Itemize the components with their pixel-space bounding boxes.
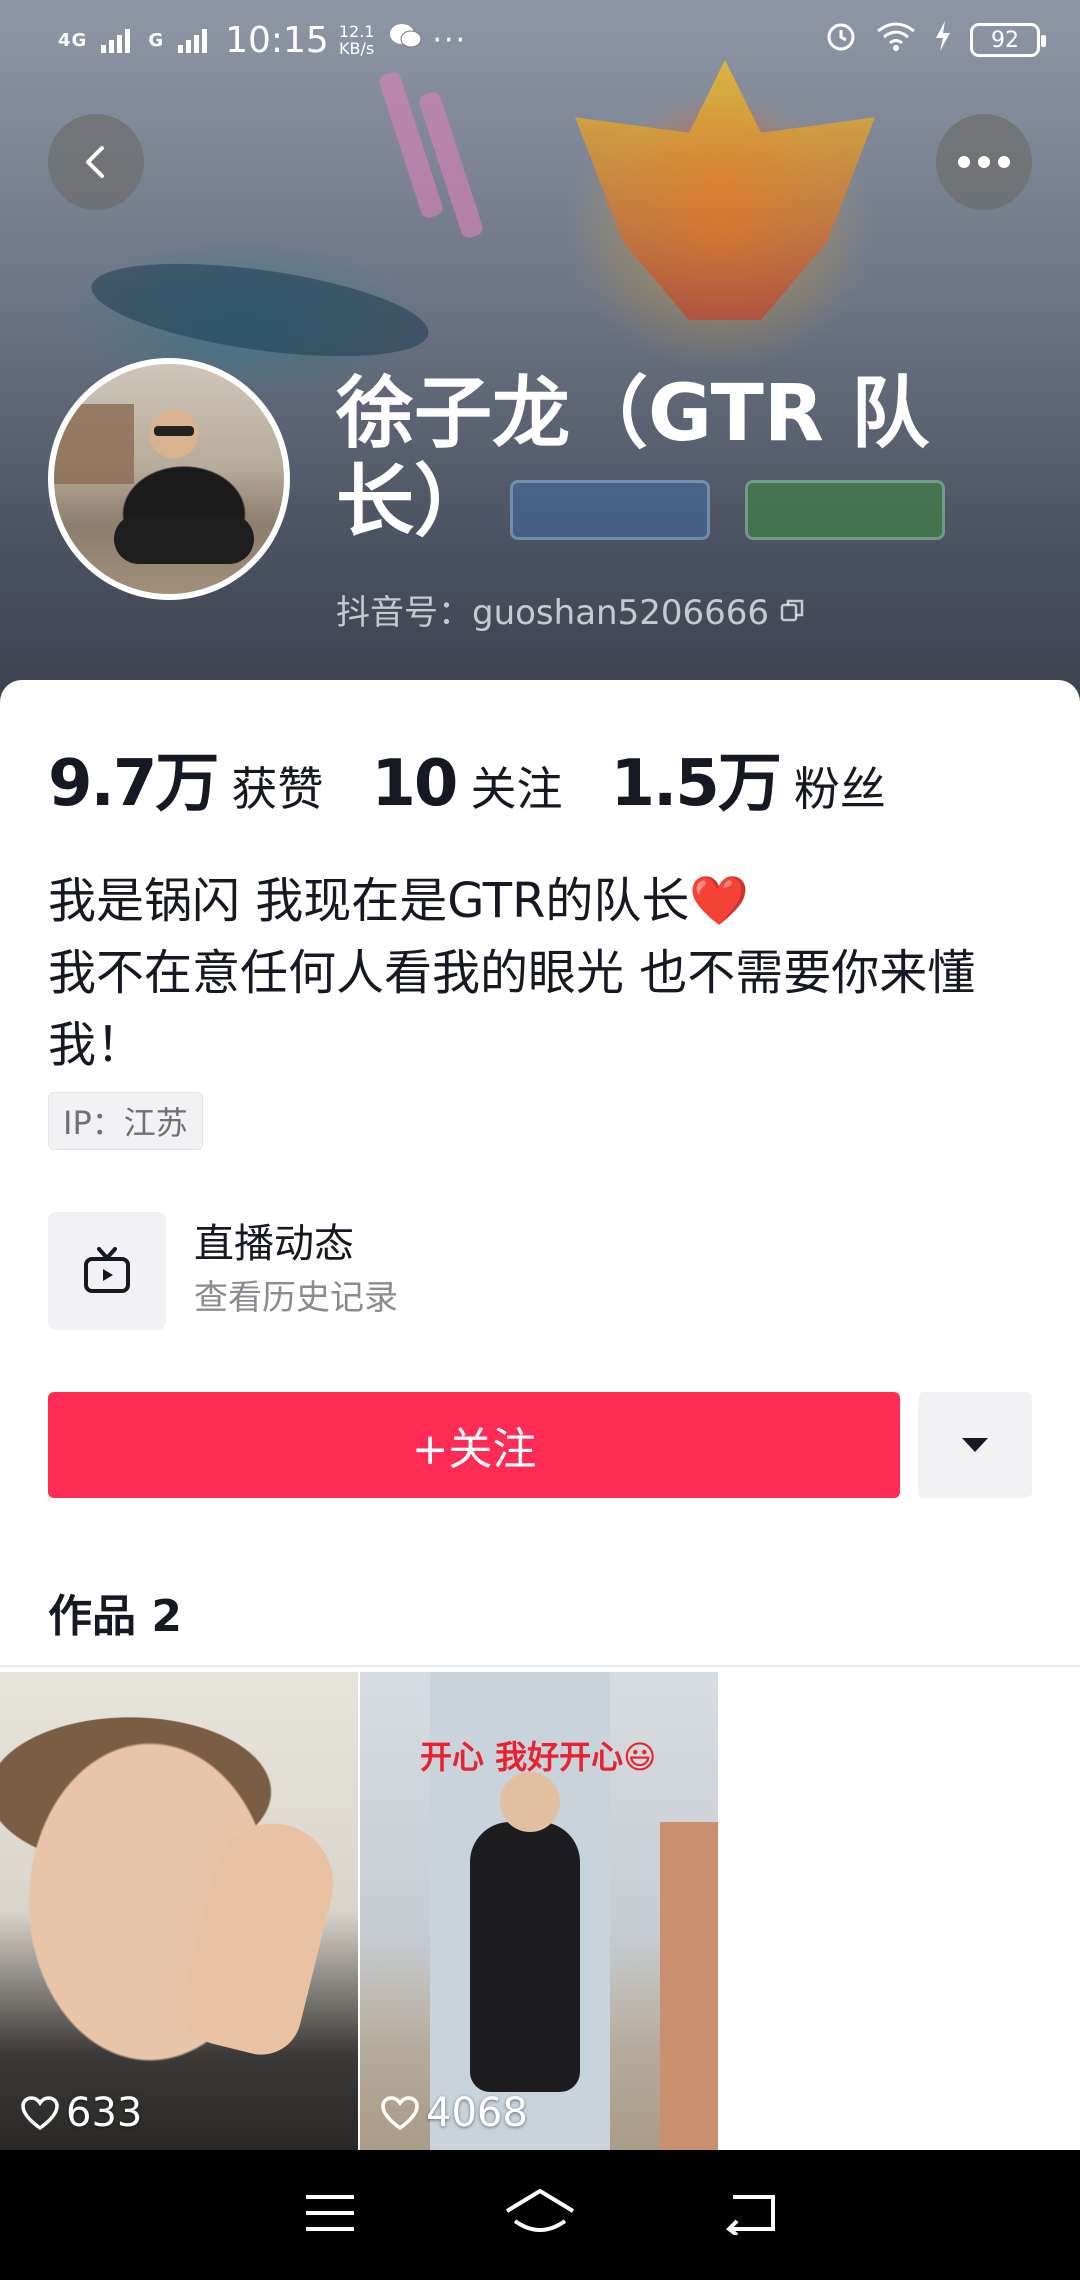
- avatar-photo-detail: [114, 514, 254, 564]
- battery-level: 92: [991, 27, 1019, 53]
- wechat-icon: [388, 21, 422, 59]
- avatar-photo-detail: [154, 426, 194, 436]
- video-caption: 开心 我好开心😃: [420, 1738, 657, 1776]
- recommend-dropdown-button[interactable]: [918, 1392, 1032, 1498]
- stat-label: 获赞: [231, 762, 324, 816]
- heart-outline-icon: [381, 2096, 419, 2131]
- thumbnail-photo-detail: [500, 1772, 560, 1832]
- copy-icon[interactable]: [779, 597, 805, 623]
- live-text: 直播动态 查看历史记录: [194, 1217, 398, 1325]
- tv-icon: [48, 1212, 166, 1330]
- thumbnail-photo-detail: [173, 1810, 347, 2064]
- stat-label: 粉丝: [793, 762, 886, 816]
- stats-row: 9.7万 获赞 10 关注 1.5万 粉丝: [48, 732, 934, 824]
- heart-outline-icon: [21, 2096, 59, 2131]
- stat-likes: 9.7万 获赞: [48, 732, 323, 824]
- banner-deco: [86, 246, 434, 374]
- banner-deco: [575, 60, 875, 320]
- menu-icon[interactable]: [303, 2191, 357, 2239]
- back-nav-icon[interactable]: [723, 2191, 777, 2239]
- stat-label: 关注: [470, 762, 563, 816]
- network-type-2: G: [148, 29, 165, 51]
- wifi-icon: [876, 21, 916, 59]
- network-speed: 12.1 KB/s: [339, 23, 375, 57]
- profile-name: 徐子龙（GTR 队长）: [336, 369, 930, 547]
- thumbnail-photo-detail: [470, 1822, 580, 2092]
- live-title: 直播动态: [194, 1221, 354, 1267]
- status-bar: 4G G 10:15 12.1 KB/s ··· 92: [0, 0, 1080, 80]
- more-dots-icon: [958, 156, 1010, 168]
- heart-emoji: ❤️: [689, 873, 750, 929]
- video-likes: 4068: [380, 2090, 528, 2136]
- ip-location-tag: IP：江苏: [48, 1092, 203, 1150]
- signal-icon: [101, 27, 131, 53]
- signal-icon: [178, 27, 208, 53]
- douyin-id[interactable]: 抖音号：guoshan5206666: [336, 585, 805, 634]
- clock: 10:15: [225, 19, 329, 61]
- avatar-photo-detail: [54, 404, 134, 484]
- follow-button[interactable]: +关注: [48, 1392, 900, 1498]
- works-tab-title[interactable]: 作品 2: [48, 1580, 182, 1644]
- stat-following[interactable]: 10 关注: [371, 747, 562, 821]
- video-thumbnail[interactable]: 开心 我好开心😃 4068: [360, 1672, 718, 2150]
- system-nav-bar: [0, 2150, 1080, 2280]
- profile-card: 9.7万 获赞 10 关注 1.5万 粉丝 我是锅闪 我现在是GTR的队长❤️ …: [0, 680, 1080, 2150]
- avatar[interactable]: [48, 358, 290, 600]
- charging-icon: [934, 21, 952, 59]
- bio-line-2: 我不在意任何人看我的眼光 也不需要你来懂我！: [48, 945, 976, 1073]
- stat-value: 9.7万: [48, 747, 219, 821]
- caret-down-icon: [962, 1438, 988, 1452]
- video-thumbnail[interactable]: 633: [0, 1672, 358, 2150]
- speed-unit: KB/s: [339, 39, 375, 58]
- alarm-icon: [824, 19, 858, 61]
- stat-value: 1.5万: [610, 747, 781, 821]
- stat-value: 10: [371, 747, 458, 821]
- likes-count: 633: [66, 2090, 143, 2136]
- battery-icon: 92: [970, 23, 1046, 57]
- likes-count: 4068: [426, 2090, 528, 2136]
- notification-more: ···: [432, 22, 468, 58]
- bio: 我是锅闪 我现在是GTR的队长❤️ 我不在意任何人看我的眼光 也不需要你来懂我！: [48, 865, 1008, 1081]
- back-button[interactable]: [48, 114, 144, 210]
- video-likes: 633: [20, 2090, 142, 2136]
- stat-followers[interactable]: 1.5万 粉丝: [610, 732, 885, 824]
- live-history-entry[interactable]: 直播动态 查看历史记录: [48, 1212, 398, 1330]
- live-subtitle: 查看历史记录: [194, 1278, 398, 1318]
- home-icon[interactable]: [503, 2187, 577, 2243]
- douyin-id-text: 抖音号：guoshan5206666: [336, 593, 770, 633]
- status-right: 92: [824, 19, 1046, 61]
- thumbnail-photo-detail: [660, 1822, 718, 2150]
- bio-line-1: 我是锅闪 我现在是GTR的队长: [48, 873, 690, 929]
- chevron-left-icon: [86, 146, 104, 178]
- network-type: 4G: [58, 29, 88, 51]
- more-button[interactable]: [936, 114, 1032, 210]
- divider: [0, 1665, 1080, 1667]
